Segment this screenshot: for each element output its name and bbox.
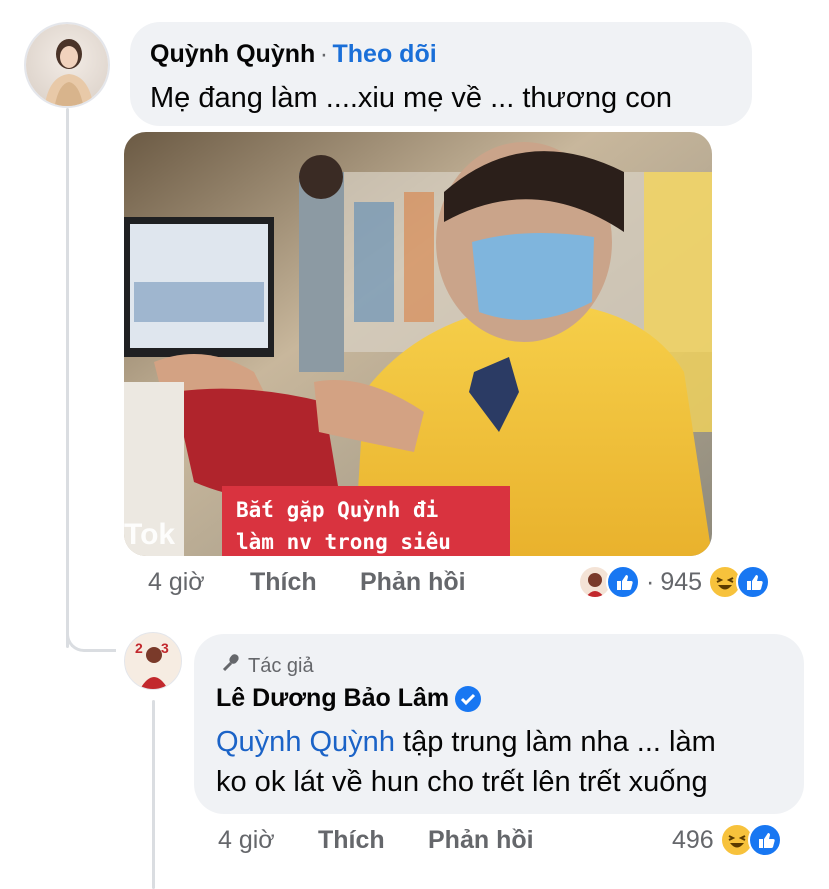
reply-reply-button[interactable]: Phản hồi (428, 826, 534, 855)
verified-badge-icon (455, 685, 482, 712)
comment-timestamp[interactable]: 4 giờ (148, 568, 205, 597)
header-separator: · (319, 40, 329, 68)
comment-text: Mẹ đang làm ....xiu mẹ về ... thương con (150, 82, 672, 114)
thread-line-main (66, 108, 69, 648)
reply-text-line1: Quỳnh Quỳnh tập trung làm nha ... làm (216, 722, 716, 762)
mention-link[interactable]: Quỳnh Quỳnh (216, 726, 395, 758)
reply-author-name[interactable]: Lê Dương Bảo Lâm (216, 684, 449, 713)
thread-connector-reply (66, 600, 116, 652)
like-icon (747, 823, 782, 857)
comment-bubble: Quỳnh Quỳnh · Theo dõi Mẹ đang làm ....x… (130, 22, 752, 126)
microphone-icon (220, 652, 242, 680)
reaction-summary[interactable]: · 945 (578, 565, 771, 599)
reply-button[interactable]: Phản hồi (360, 568, 466, 597)
video-watermark: Tok (124, 518, 176, 551)
svg-text:3: 3 (161, 640, 169, 656)
reaction-dot: · (646, 567, 655, 596)
svg-text:2: 2 (135, 640, 143, 656)
like-icon (736, 565, 771, 599)
reply-reaction-summary[interactable]: 496 (672, 823, 782, 857)
reply-like-button[interactable]: Thích (318, 826, 385, 855)
commenter-avatar-image (26, 24, 108, 106)
video-caption: Bắt gặp Quỳnh đi làm nv trong siêu (222, 486, 510, 556)
author-badge: Tác giả (220, 652, 314, 680)
comment-video-thumbnail[interactable]: Bắt gặp Quỳnh đi làm nv trong siêu Tok (124, 132, 712, 556)
reply-header: Lê Dương Bảo Lâm (216, 684, 482, 713)
reply-avatar-image: 2 3 (135, 640, 169, 689)
like-icon (606, 565, 640, 599)
author-badge-label: Tác giả (248, 654, 314, 677)
follow-button[interactable]: Theo dõi (333, 40, 437, 68)
comment-header: Quỳnh Quỳnh · Theo dõi (150, 40, 437, 69)
video-caption-line1: Bắt gặp Quỳnh đi (236, 498, 439, 522)
reply-timestamp[interactable]: 4 giờ (218, 826, 275, 855)
reply-text-line2: ko ok lát về hun cho trết lên trết xuống (216, 766, 708, 798)
reply-text-line1-rest: tập trung làm nha ... làm (394, 726, 716, 758)
commenter-avatar[interactable] (24, 22, 110, 108)
comment-author-name[interactable]: Quỳnh Quỳnh (150, 40, 315, 68)
reaction-count: 945 (660, 567, 703, 596)
thread-line-reply (152, 700, 155, 889)
reply-bubble: Tác giả Lê Dương Bảo Lâm Quỳnh Quỳnh tập… (194, 634, 804, 814)
like-button[interactable]: Thích (250, 568, 317, 597)
reply-author-avatar[interactable]: 2 3 (124, 632, 182, 690)
reply-reaction-count: 496 (672, 825, 714, 854)
video-caption-line2: làm nv trong siêu (236, 530, 451, 554)
